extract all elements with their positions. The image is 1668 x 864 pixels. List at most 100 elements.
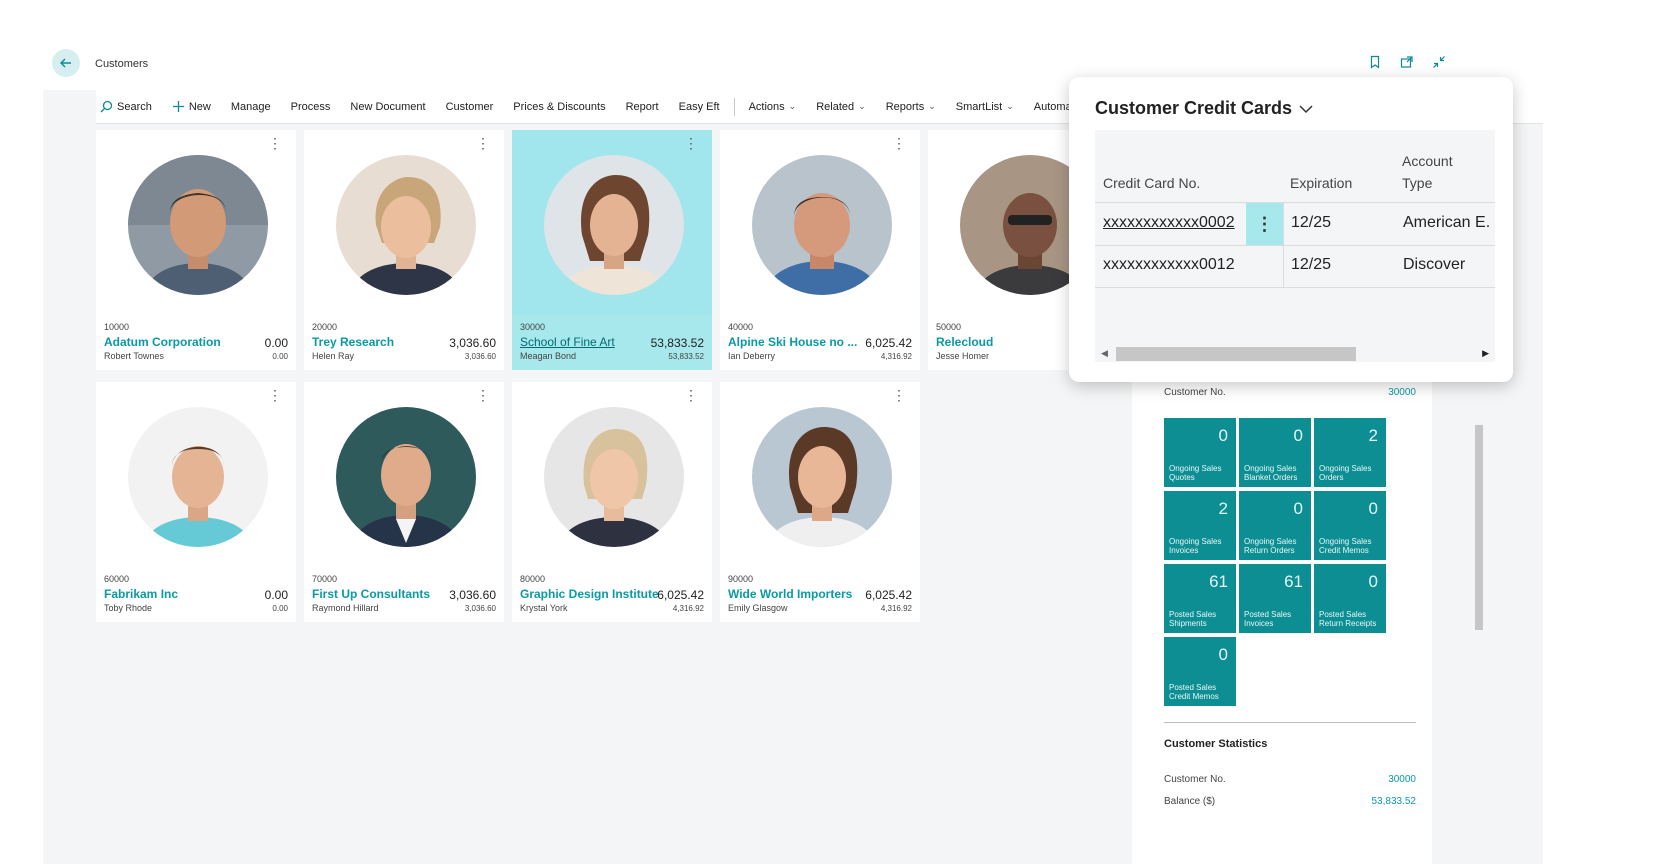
process-action[interactable]: Process [281,90,341,123]
activity-tile[interactable]: 2 Ongoing Sales Invoices [1164,491,1236,560]
open-new-window-icon[interactable] [1400,55,1416,71]
customer-action[interactable]: Customer [436,90,504,123]
scroll-right-icon[interactable]: ▶ [1482,348,1489,359]
factbox-customer-no-value[interactable]: 30000 [1388,387,1416,398]
activity-tile[interactable]: 61 Posted Sales Shipments [1164,564,1236,633]
customer-contact: Ian Deberry [728,351,776,361]
scrollbar-thumb[interactable] [1116,347,1356,361]
customer-card[interactable]: ⋮ 60000 Fabrikam Inc Toby Rhode 0.00 0.0… [96,382,296,622]
customer-name-link[interactable]: School of Fine Art [520,335,615,349]
activity-tile[interactable]: 0 Ongoing Sales Return Orders [1239,491,1311,560]
card-more-icon[interactable]: ⋮ [892,136,906,150]
new-document-action[interactable]: New Document [340,90,435,123]
customer-avatar [336,155,476,295]
customer-name-link[interactable]: Trey Research [312,335,394,349]
reports-menu-label: Reports [885,100,925,113]
card-more-icon[interactable]: ⋮ [684,136,698,150]
back-button[interactable] [52,49,80,77]
related-menu[interactable]: Related ⌄ [806,90,875,123]
customer-name-link[interactable]: Alpine Ski House no ... [728,335,857,349]
search-action[interactable]: Search [96,90,162,123]
customer-balance: 6,025.42 [657,588,704,602]
customer-card[interactable]: ⋮ 90000 Wide World Importers Emily Glasg… [720,382,920,622]
tile-label: Ongoing Sales Quotes [1169,464,1222,482]
activity-tile[interactable]: 61 Posted Sales Invoices [1239,564,1311,633]
scroll-left-icon[interactable]: ◀ [1101,348,1108,359]
reports-menu[interactable]: Reports ⌄ [876,90,946,123]
activity-tile[interactable]: 0 Ongoing Sales Quotes [1164,418,1236,487]
customer-card-selected[interactable]: ⋮ 30000 School of Fine Art Meagan Bond 5… [512,130,712,370]
customer-avatar [752,407,892,547]
customer-balance: 0.00 [264,588,288,602]
customer-name-link[interactable]: Fabrikam Inc [104,587,178,601]
stats-balance-row: Balance ($) 53,833.52 [1164,796,1416,807]
prices-discounts-action-label: Prices & Discounts [513,100,606,113]
bookmark-icon[interactable] [1368,55,1384,71]
customer-card[interactable]: ⋮ 20000 Trey Research Helen Ray 3,036.60… [304,130,504,370]
card-more-icon[interactable]: ⋮ [268,136,282,150]
customer-name-link[interactable]: Adatum Corporation [104,335,221,349]
header-divider [1095,202,1495,203]
customer-name-link[interactable]: First Up Consultants [312,587,430,601]
customer-no: 60000 [104,574,130,584]
smartlist-menu[interactable]: SmartList ⌄ [946,90,1024,123]
activity-tile[interactable]: 0 Ongoing Sales Credit Memos [1314,491,1386,560]
popup-title-text: Customer Credit Cards [1095,98,1293,118]
stats-balance-value[interactable]: 53,833.52 [1372,796,1417,807]
customer-card[interactable]: ⋮ 70000 First Up Consultants Raymond Hil… [304,382,504,622]
stats-customer-no-value[interactable]: 30000 [1388,774,1416,785]
customer-name-link[interactable]: Graphic Design Institute [520,587,659,601]
customer-avatar [544,407,684,547]
activity-tile[interactable]: 2 Ongoing Sales Orders [1314,418,1386,487]
actions-menu[interactable]: Actions ⌄ [739,90,807,123]
customer-name-link[interactable]: Wide World Importers [728,587,852,601]
customer-card[interactable]: ⋮ 10000 Adatum Corporation Robert Townes… [96,130,296,370]
customer-card[interactable]: ⋮ 80000 Graphic Design Institute Krystal… [512,382,712,622]
customer-info: 40000 Alpine Ski House no ... Ian Deberr… [720,314,920,370]
collapse-icon[interactable] [1432,55,1448,71]
card-more-icon[interactable]: ⋮ [268,388,282,402]
action-separator [733,97,735,116]
tile-label: Ongoing Sales Invoices [1169,537,1222,555]
customer-no: 90000 [728,574,754,584]
credit-cards-table: Credit Card No. Expiration Account Type … [1095,130,1495,362]
row-divider [1095,245,1495,246]
column-header-card-no[interactable]: Credit Card No. [1103,172,1200,194]
customer-balance-due: 53,833.52 [668,352,704,361]
report-action[interactable]: Report [616,90,669,123]
card-expiration: 12/25 [1291,214,1332,231]
customer-no: 50000 [936,322,962,332]
manage-action[interactable]: Manage [221,90,281,123]
card-no[interactable]: xxxxxxxxxxxx0012 [1103,256,1235,274]
customer-name-link[interactable]: Relecloud [936,335,993,349]
card-more-icon[interactable]: ⋮ [476,136,490,150]
customer-balance: 3,036.60 [449,336,496,350]
popup-title[interactable]: Customer Credit Cards [1095,98,1314,119]
customer-card[interactable]: ⋮ 40000 Alpine Ski House no ... Ian Debe… [720,130,920,370]
customer-avatar [544,155,684,295]
stats-balance-label: Balance ($) [1164,796,1216,807]
customer-photo-area [720,382,920,566]
customer-photo-area [304,382,504,566]
customer-balance-due: 3,036.60 [464,604,496,613]
column-header-account-type-line1[interactable]: Account [1402,150,1453,172]
row-actions-icon[interactable]: ⋮ [1246,203,1283,245]
activity-tile[interactable]: 0 Ongoing Sales Blanket Orders [1239,418,1311,487]
card-more-icon[interactable]: ⋮ [476,388,490,402]
card-no-link[interactable]: xxxxxxxxxxxx0002 [1103,214,1235,232]
card-more-icon[interactable]: ⋮ [892,388,906,402]
factbox-scrollbar[interactable] [1475,425,1483,630]
customer-no: 70000 [312,574,338,584]
column-header-expiration[interactable]: Expiration [1290,172,1352,194]
card-account-type: American E. [1403,214,1491,231]
new-action[interactable]: New [162,90,221,123]
activity-tile[interactable]: 0 Posted Sales Return Receipts [1314,564,1386,633]
tile-label: Posted Sales Shipments [1169,610,1217,628]
horizontal-scrollbar[interactable]: ◀ ▶ [1095,343,1495,362]
customer-statistics-title[interactable]: Customer Statistics [1164,738,1267,750]
easy-eft-action[interactable]: Easy Eft [669,90,730,123]
activity-tile[interactable]: 0 Posted Sales Credit Memos [1164,637,1236,706]
card-more-icon[interactable]: ⋮ [684,388,698,402]
customer-balance-due: 4,316.92 [672,604,704,613]
prices-discounts-action[interactable]: Prices & Discounts [503,90,615,123]
